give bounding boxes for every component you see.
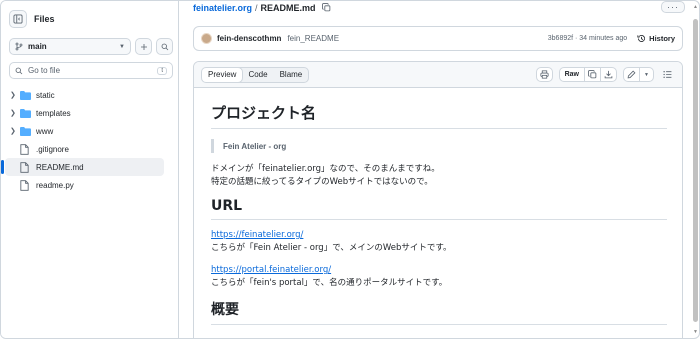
- copy-icon: [321, 2, 330, 11]
- readme-overview-heading: 概要: [211, 299, 667, 325]
- edit-dropdown-button[interactable]: ▼: [639, 67, 654, 82]
- file-tree: ❯ static ❯ templates ❯ www .gitignore RE…: [1, 86, 179, 194]
- tab-preview[interactable]: Preview: [202, 67, 244, 82]
- file-viewer-toolbar: Preview Code Blame Raw ▼: [194, 62, 682, 88]
- readme-intro: ドメインが「feinatelier.org」なので、そのまんまですね。 特定の話…: [211, 163, 667, 189]
- readme-link1-paragraph: https://feinatelier.org/ こちらが「Fein Ateli…: [211, 229, 667, 255]
- plus-icon: [140, 43, 147, 50]
- copy-raw-button[interactable]: [584, 67, 601, 82]
- file-viewer: Preview Code Blame Raw ▼ プロジェクト名 Fein At…: [193, 61, 683, 338]
- markdown-body: プロジェクト名 Fein Atelier - org ドメインが「feinate…: [211, 102, 667, 334]
- file-tree-sidebar: Files main ▼ Go to file t ❯ static ❯ tem…: [1, 1, 179, 338]
- scrollbar-thumb[interactable]: [693, 19, 698, 322]
- copy-path-button[interactable]: [321, 2, 331, 14]
- go-to-file-input[interactable]: Go to file t: [9, 62, 173, 79]
- raw-copy-download-group: Raw: [558, 67, 617, 82]
- breadcrumb-separator: /: [255, 3, 258, 13]
- tree-item-static[interactable]: ❯ static: [1, 86, 179, 104]
- history-label: History: [649, 34, 675, 43]
- edit-button[interactable]: [623, 67, 640, 82]
- history-button[interactable]: History: [637, 34, 675, 43]
- add-file-button[interactable]: [135, 38, 152, 55]
- caret-down-icon: ▼: [119, 43, 125, 50]
- branch-name: main: [28, 42, 47, 51]
- file-icon: [20, 161, 29, 173]
- chevron-right-icon[interactable]: ❯: [10, 109, 20, 117]
- avatar[interactable]: [201, 33, 212, 44]
- tree-item-templates[interactable]: ❯ templates: [1, 104, 179, 122]
- readme-intro-line1: ドメインが「feinatelier.org」なので、そのまんまですね。: [211, 164, 440, 174]
- file-icon: [20, 143, 29, 155]
- sidebar-title: Files: [34, 14, 55, 24]
- readme-blockquote: Fein Atelier - org: [211, 139, 667, 153]
- tree-item-readme-py[interactable]: readme.py: [1, 176, 179, 194]
- tree-item-readme-md[interactable]: README.md: [1, 158, 164, 176]
- scroll-down-arrow-icon[interactable]: ▼: [692, 329, 699, 335]
- tree-item-label: static: [36, 90, 55, 100]
- chevron-right-icon[interactable]: ❯: [10, 127, 20, 135]
- print-button[interactable]: [535, 67, 553, 82]
- more-options-button[interactable]: ···: [661, 1, 685, 13]
- outline-button[interactable]: [660, 67, 675, 82]
- git-branch-icon: [15, 42, 23, 51]
- readme-link-portal-site[interactable]: https://portal.feinatelier.org/: [211, 265, 331, 275]
- raw-button[interactable]: Raw: [558, 67, 585, 82]
- tree-item-www[interactable]: ❯ www: [1, 122, 179, 140]
- folder-icon: [20, 90, 31, 100]
- readme-link1-desc: こちらが「Fein Atelier - org」で、メインのWebサイトです。: [211, 243, 452, 253]
- tree-item-label: templates: [36, 108, 71, 118]
- tree-item-label: www: [36, 126, 54, 136]
- download-icon: [604, 70, 613, 79]
- sidebar-collapse-button[interactable]: [9, 10, 27, 28]
- commit-message[interactable]: fein_README: [287, 34, 547, 43]
- printer-icon: [540, 70, 549, 79]
- sidebar-header: Files: [9, 10, 55, 28]
- readme-link-main-site[interactable]: https://feinatelier.org/: [211, 230, 303, 240]
- folder-icon: [20, 126, 31, 136]
- readme-intro-line2: 特定の話題に絞ってるタイプのWebサイトではないので。: [211, 177, 433, 187]
- tree-item-label: .gitignore: [36, 144, 69, 154]
- list-unordered-icon: [663, 71, 672, 78]
- file-actions: Raw ▼: [535, 67, 675, 82]
- edit-group: ▼: [623, 67, 654, 82]
- commit-sha-time[interactable]: 3b6892f · 34 minutes ago: [548, 35, 627, 42]
- readme-link2-paragraph: https://portal.feinatelier.org/ こちらが「fei…: [211, 264, 667, 290]
- search-icon: [161, 43, 168, 50]
- tab-blame[interactable]: Blame: [274, 68, 309, 82]
- tree-item-label: readme.py: [36, 180, 74, 190]
- chevron-right-icon[interactable]: ❯: [10, 91, 20, 99]
- branch-row: main ▼: [9, 38, 173, 55]
- sidebar-collapse-icon: [13, 14, 23, 24]
- latest-commit-bar: fein-denscothmn fein_README 3b6892f · 34…: [193, 26, 683, 51]
- caret-down-icon: ▼: [644, 71, 649, 78]
- shortcut-key: t: [157, 66, 167, 75]
- window-frame: Files main ▼ Go to file t ❯ static ❯ tem…: [0, 0, 700, 339]
- readme-link2-desc: こちらが「fein's portal」で、名の通りポータルサイトです。: [211, 278, 448, 288]
- readme-url-heading: URL: [211, 198, 667, 220]
- scroll-up-arrow-icon[interactable]: ▲: [692, 4, 699, 10]
- readme-heading: プロジェクト名: [211, 102, 667, 129]
- commit-author[interactable]: fein-denscothmn: [217, 34, 281, 43]
- search-button[interactable]: [156, 38, 173, 55]
- breadcrumb: feinatelier.org / README.md: [193, 2, 331, 14]
- go-to-file-placeholder: Go to file: [28, 66, 61, 75]
- tab-code[interactable]: Code: [242, 68, 273, 82]
- folder-icon: [20, 108, 31, 118]
- file-icon: [20, 179, 29, 191]
- branch-selector[interactable]: main ▼: [9, 38, 131, 55]
- copy-icon: [588, 70, 597, 79]
- breadcrumb-repo-link[interactable]: feinatelier.org: [193, 3, 252, 13]
- breadcrumb-file-name: README.md: [260, 3, 316, 13]
- tree-item-label: README.md: [36, 162, 84, 172]
- pencil-icon: [627, 70, 636, 79]
- tree-item-gitignore[interactable]: .gitignore: [1, 140, 179, 158]
- search-icon: [15, 67, 23, 74]
- download-button[interactable]: [600, 67, 617, 82]
- view-mode-tabs: Preview Code Blame: [201, 66, 310, 83]
- history-icon: [637, 34, 646, 42]
